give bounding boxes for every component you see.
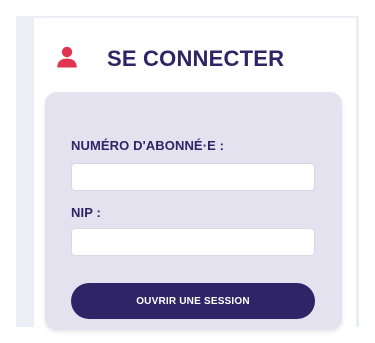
user-icon bbox=[57, 46, 77, 68]
pin-label: NIP : bbox=[71, 205, 101, 220]
pin-field[interactable] bbox=[71, 228, 315, 256]
subscriber-number-label: NUMÉRO D'ABONNÉ·E : bbox=[71, 138, 225, 153]
login-form: NUMÉRO D'ABONNÉ·E : NIP : OUVRIR UNE SES… bbox=[45, 92, 342, 330]
login-card: SE CONNECTER NUMÉRO D'ABONNÉ·E : NIP : O… bbox=[34, 18, 356, 340]
subscriber-number-field[interactable] bbox=[71, 163, 315, 191]
login-header: SE CONNECTER bbox=[34, 18, 356, 92]
open-session-button[interactable]: OUVRIR UNE SESSION bbox=[71, 283, 315, 319]
login-title: SE CONNECTER bbox=[107, 46, 285, 71]
